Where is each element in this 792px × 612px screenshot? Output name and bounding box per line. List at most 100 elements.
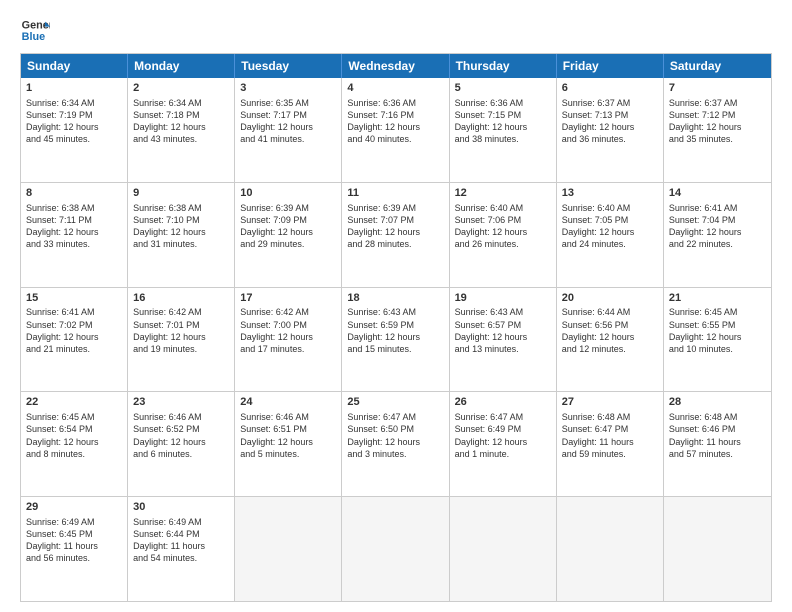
week-row-3: 15Sunrise: 6:41 AMSunset: 7:02 PMDayligh… [21, 288, 771, 393]
day-info-line: Sunrise: 6:39 AM [347, 202, 443, 214]
day-info-line: Sunrise: 6:37 AM [562, 97, 658, 109]
day-info-line: Sunset: 6:45 PM [26, 528, 122, 540]
day-info-line: Sunrise: 6:37 AM [669, 97, 766, 109]
day-number: 10 [240, 186, 336, 201]
day-info-line: and 13 minutes. [455, 343, 551, 355]
day-info-line: and 35 minutes. [669, 133, 766, 145]
day-number: 20 [562, 291, 658, 306]
header-day-monday: Monday [128, 54, 235, 78]
day-info-line: Sunrise: 6:42 AM [133, 306, 229, 318]
day-info-line: Sunset: 7:07 PM [347, 214, 443, 226]
day-info-line: Sunset: 7:01 PM [133, 319, 229, 331]
day-info-line: Sunrise: 6:39 AM [240, 202, 336, 214]
day-info-line: Sunset: 6:47 PM [562, 423, 658, 435]
day-number: 3 [240, 81, 336, 96]
day-info-line: Sunrise: 6:44 AM [562, 306, 658, 318]
day-info-line: Sunset: 7:19 PM [26, 109, 122, 121]
day-info-line: Sunrise: 6:49 AM [133, 516, 229, 528]
day-info-line: Sunrise: 6:48 AM [562, 411, 658, 423]
day-info-line: Daylight: 12 hours [133, 226, 229, 238]
day-number: 24 [240, 395, 336, 410]
day-info-line: Daylight: 12 hours [562, 226, 658, 238]
day-info-line: Sunset: 6:57 PM [455, 319, 551, 331]
day-number: 8 [26, 186, 122, 201]
day-info-line: Sunset: 6:51 PM [240, 423, 336, 435]
day-number: 16 [133, 291, 229, 306]
day-info-line: and 54 minutes. [133, 552, 229, 564]
day-cell-8: 8Sunrise: 6:38 AMSunset: 7:11 PMDaylight… [21, 183, 128, 287]
day-info-line: and 17 minutes. [240, 343, 336, 355]
day-cell-15: 15Sunrise: 6:41 AMSunset: 7:02 PMDayligh… [21, 288, 128, 392]
day-number: 28 [669, 395, 766, 410]
day-info-line: Sunrise: 6:49 AM [26, 516, 122, 528]
day-cell-10: 10Sunrise: 6:39 AMSunset: 7:09 PMDayligh… [235, 183, 342, 287]
week-row-2: 8Sunrise: 6:38 AMSunset: 7:11 PMDaylight… [21, 183, 771, 288]
day-info-line: Sunrise: 6:48 AM [669, 411, 766, 423]
day-info-line: Sunrise: 6:47 AM [347, 411, 443, 423]
day-info-line: and 15 minutes. [347, 343, 443, 355]
day-info-line: and 29 minutes. [240, 238, 336, 250]
day-info-line: Daylight: 12 hours [240, 226, 336, 238]
day-info-line: Sunrise: 6:45 AM [26, 411, 122, 423]
day-cell-12: 12Sunrise: 6:40 AMSunset: 7:06 PMDayligh… [450, 183, 557, 287]
day-info-line: Sunset: 6:46 PM [669, 423, 766, 435]
day-info-line: and 36 minutes. [562, 133, 658, 145]
day-number: 5 [455, 81, 551, 96]
day-cell-30: 30Sunrise: 6:49 AMSunset: 6:44 PMDayligh… [128, 497, 235, 601]
calendar-header: SundayMondayTuesdayWednesdayThursdayFrid… [21, 54, 771, 78]
day-number: 2 [133, 81, 229, 96]
day-info-line: Sunrise: 6:46 AM [133, 411, 229, 423]
day-info-line: Daylight: 12 hours [347, 121, 443, 133]
day-info-line: Sunset: 7:12 PM [669, 109, 766, 121]
day-info-line: Sunset: 6:56 PM [562, 319, 658, 331]
day-cell-13: 13Sunrise: 6:40 AMSunset: 7:05 PMDayligh… [557, 183, 664, 287]
day-cell-5: 5Sunrise: 6:36 AMSunset: 7:15 PMDaylight… [450, 78, 557, 182]
day-number: 29 [26, 500, 122, 515]
empty-cell [664, 497, 771, 601]
day-info-line: Sunrise: 6:36 AM [455, 97, 551, 109]
day-number: 18 [347, 291, 443, 306]
day-info-line: and 59 minutes. [562, 448, 658, 460]
day-info-line: Daylight: 12 hours [562, 331, 658, 343]
day-number: 17 [240, 291, 336, 306]
day-info-line: Sunset: 7:04 PM [669, 214, 766, 226]
day-info-line: Sunset: 6:55 PM [669, 319, 766, 331]
day-info-line: Daylight: 12 hours [347, 436, 443, 448]
day-cell-23: 23Sunrise: 6:46 AMSunset: 6:52 PMDayligh… [128, 392, 235, 496]
day-number: 23 [133, 395, 229, 410]
day-info-line: Daylight: 12 hours [455, 121, 551, 133]
day-info-line: and 41 minutes. [240, 133, 336, 145]
header-day-friday: Friday [557, 54, 664, 78]
day-info-line: Sunset: 6:59 PM [347, 319, 443, 331]
day-info-line: Sunrise: 6:45 AM [669, 306, 766, 318]
day-cell-19: 19Sunrise: 6:43 AMSunset: 6:57 PMDayligh… [450, 288, 557, 392]
day-info-line: Sunset: 7:09 PM [240, 214, 336, 226]
header-day-thursday: Thursday [450, 54, 557, 78]
day-info-line: Daylight: 12 hours [455, 331, 551, 343]
logo: General Blue [20, 15, 50, 45]
day-info-line: Sunrise: 6:38 AM [26, 202, 122, 214]
day-info-line: Daylight: 12 hours [455, 436, 551, 448]
empty-cell [557, 497, 664, 601]
header-day-saturday: Saturday [664, 54, 771, 78]
day-info-line: and 21 minutes. [26, 343, 122, 355]
day-info-line: Sunset: 7:18 PM [133, 109, 229, 121]
day-number: 25 [347, 395, 443, 410]
svg-text:Blue: Blue [22, 31, 45, 43]
day-info-line: Daylight: 12 hours [669, 331, 766, 343]
day-info-line: and 56 minutes. [26, 552, 122, 564]
day-number: 14 [669, 186, 766, 201]
day-info-line: Daylight: 11 hours [133, 540, 229, 552]
day-info-line: Daylight: 12 hours [240, 436, 336, 448]
day-info-line: Sunset: 6:49 PM [455, 423, 551, 435]
day-info-line: Sunset: 7:00 PM [240, 319, 336, 331]
calendar-body: 1Sunrise: 6:34 AMSunset: 7:19 PMDaylight… [21, 78, 771, 601]
day-info-line: Sunrise: 6:34 AM [26, 97, 122, 109]
day-cell-11: 11Sunrise: 6:39 AMSunset: 7:07 PMDayligh… [342, 183, 449, 287]
page: General Blue SundayMondayTuesdayWednesda… [0, 0, 792, 612]
empty-cell [450, 497, 557, 601]
day-info-line: and 57 minutes. [669, 448, 766, 460]
day-cell-2: 2Sunrise: 6:34 AMSunset: 7:18 PMDaylight… [128, 78, 235, 182]
day-cell-17: 17Sunrise: 6:42 AMSunset: 7:00 PMDayligh… [235, 288, 342, 392]
week-row-5: 29Sunrise: 6:49 AMSunset: 6:45 PMDayligh… [21, 497, 771, 601]
